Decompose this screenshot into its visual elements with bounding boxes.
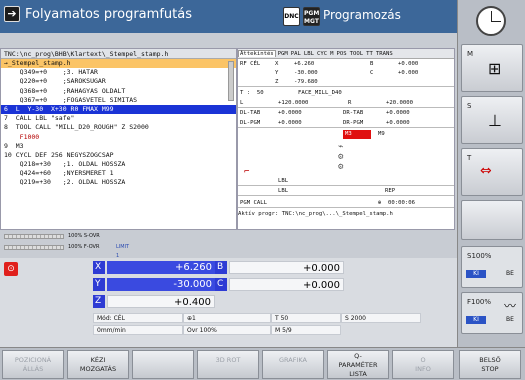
axis-z-label: Z [93,295,105,308]
tab-pal[interactable]: PAL [290,51,302,57]
m-softkey[interactable]: M ⊞ [461,44,523,92]
emergency-stop-icon: ⊙ [4,262,18,276]
program-window[interactable]: TNC:\nc_prog\BHB\Klartext\_Stempel_stamp… [0,48,237,230]
tab-tt[interactable]: TT [365,51,374,57]
program-line[interactable]: Q219=+30 ;2. OLDAL HOSSZA [1,178,236,187]
axis-x-value: +6.260 [107,261,215,274]
tool-length-icon: ⇔ [480,163,492,179]
axis-b-label: B [215,261,227,274]
display-mode[interactable]: Mód: CÉL [93,313,183,323]
program-path: TNC:\nc_prog\BHB\Klartext\_Stempel_stamp… [1,49,236,59]
softkey-q-parameter-list[interactable]: Q- PARAMÉTER LISTA [327,350,389,379]
override-panel: 100% S-OVR 100% F-OVR LIMIT 1 [0,230,237,259]
axis-b-value: +0.000 [229,261,344,274]
dl-pgm-row: DL-PGM +0.0000 DR-PGM +0.0000 [238,119,454,128]
softkey-graphics[interactable]: GRAFIKA [262,350,324,379]
be-button: BE [506,270,514,277]
pos-row-y: Y -30.000 C +0.000 [275,70,419,76]
tab-cyc[interactable]: CYC [316,51,328,57]
lbl-row: LBL [238,177,454,186]
feed-override-panel[interactable]: F100% 〰 KI BE [461,292,523,334]
tab-overview[interactable]: Áttekintés [238,50,276,57]
tab-pos[interactable]: POS [336,51,348,57]
machine-icon: ⊞ [488,59,502,78]
softkey-3d-rot[interactable]: 3D ROT [197,350,259,379]
program-line[interactable]: Q424=+60 ;NYERSMERET 1 [1,169,236,178]
spindle-speed: S 2000 [341,313,421,323]
program-line[interactable]: Q367=+0 ;FOGASVETEL SIMITAS [1,96,236,105]
m3-badge: M3 [343,130,371,139]
status-window: Áttekintés PGM PAL LBL CYC M POS TOOL TT TRANS RF… [237,48,455,230]
status-tabs[interactable]: Áttekintés PGM PAL LBL CYC M POS TOOL TT TRANS [238,49,454,59]
program-line[interactable]: →_Stempel_stamp.h [1,59,236,69]
lbl-rep-row: LBL REP [238,187,454,196]
softkey-positioning[interactable]: POZICIONÁ ÁLLÁS [2,350,64,379]
spindle-icon: ⊥ [488,111,502,130]
t-softkey[interactable]: T ⇔ [461,148,523,196]
program-line[interactable]: 9 M3 [1,142,236,151]
position-display: ⊙ X +6.260 B +0.000 Y -30.000 C +0.000 Z… [0,258,457,347]
program-line[interactable]: 8 TOOL CALL "MILL_D20_ROUGH" Z S2000 [1,123,236,132]
active-mode-title: Folyamatos programfutás [25,7,192,22]
probe-icon: ⌐ [244,167,250,177]
mode-header: ➔ Folyamatos programfutás DNC PGM MGT Pr… [0,0,457,33]
m-functions-row: M3 M9 [343,130,385,139]
softkey-bar: POZICIONÁ ÁLLÁS KÉZI MOZGATÁS 3D ROT GRAFI… [0,347,525,380]
pgm-mgt-icon[interactable]: PGM MGT [303,7,320,26]
pos-row-z: Z -79.680 [238,78,454,87]
program-line[interactable]: Q368=+0 ;RAHAGYAS OLDALT [1,87,236,96]
override-value: Ovr 100% [183,325,271,335]
tool-lr-row: L +120.0000 R +20.0000 [238,99,454,108]
ki-button: KI [466,270,486,278]
program-scrollbar[interactable] [228,61,234,101]
m-function: M 5/9 [271,325,341,335]
basis-icon: ⊕1 [183,313,271,323]
tab-tool[interactable]: TOOL [349,51,364,57]
program-line[interactable]: Q220=+0 ;SAROKSUGAR [1,77,236,86]
tab-lbl[interactable]: LBL [303,51,315,57]
program-line[interactable]: 10 CYCL DEF 256 NEGYSZOGCSAP [1,151,236,160]
tab-trans[interactable]: TRANS [375,51,394,57]
tool-row: T : 50 FACE_MILL_D40 [240,90,342,96]
softkey-internal-stop[interactable]: BELSŐ STOP [459,350,521,379]
spindle-override-panel[interactable]: S100% KI BE [461,246,523,288]
dl-tab-row: DL-TAB +0.0000 DR-TAB +0.0000 [240,110,410,116]
softkey-manual-traverse[interactable]: KÉZI MOZGATÁS [67,350,129,379]
ki-button: KI [466,316,486,324]
programming-mode-title[interactable]: Programozás [323,8,401,22]
wave-icon: 〰 [504,299,517,313]
active-program: Aktív progr: TNC:\nc_prog\...\_Stempel_s… [238,211,393,217]
pgm-call-row: PGM CALL ⊕ 00:00:06 [238,199,454,208]
program-line[interactable]: F1000 [1,133,236,142]
clock-icon: ⊕ [378,200,382,206]
axis-c-value: +0.000 [229,278,344,291]
axis-z-value: +0.400 [107,295,215,308]
clock-icon [476,6,506,36]
program-line[interactable]: 7 CALL LBL "safe" [1,114,236,123]
arrow-right-icon: ➔ [4,6,20,22]
axis-y-value: -30.000 [107,278,215,291]
current-program-line[interactable]: 6 L Y-30 X+30 R0 FMAX M99 [1,104,236,115]
tab-pgm[interactable]: PGM [277,51,289,57]
s-softkey[interactable]: S ⊥ [461,96,523,144]
spindle-icons: ⌁ ⚙ ⚙ [338,142,344,172]
empty-softkey[interactable] [461,200,523,240]
softkey-empty[interactable] [132,350,194,379]
program-line[interactable]: Q218=+30 ;1. OLDAL HOSSZA [1,160,236,169]
axis-y-label: Y [93,278,105,291]
tool-number: T 50 [271,313,341,323]
pos-row-x: RF CÉL X +6.260 B +0.000 [240,61,419,67]
feed-rate: 0mm/min [93,325,183,335]
axis-x-label: X [93,261,105,274]
axis-c-label: C [215,278,227,291]
be-button: BE [506,316,514,323]
tab-m[interactable]: M [329,51,334,57]
right-softkey-column: M ⊞ S ⊥ T ⇔ S100% KI BE F100% 〰 KI BE [457,0,525,347]
softkey-info[interactable]: O INFO [392,350,454,379]
program-line[interactable]: Q349=+0 ;3. HATAR [1,68,236,77]
dnc-icon[interactable]: DNC [283,7,300,26]
